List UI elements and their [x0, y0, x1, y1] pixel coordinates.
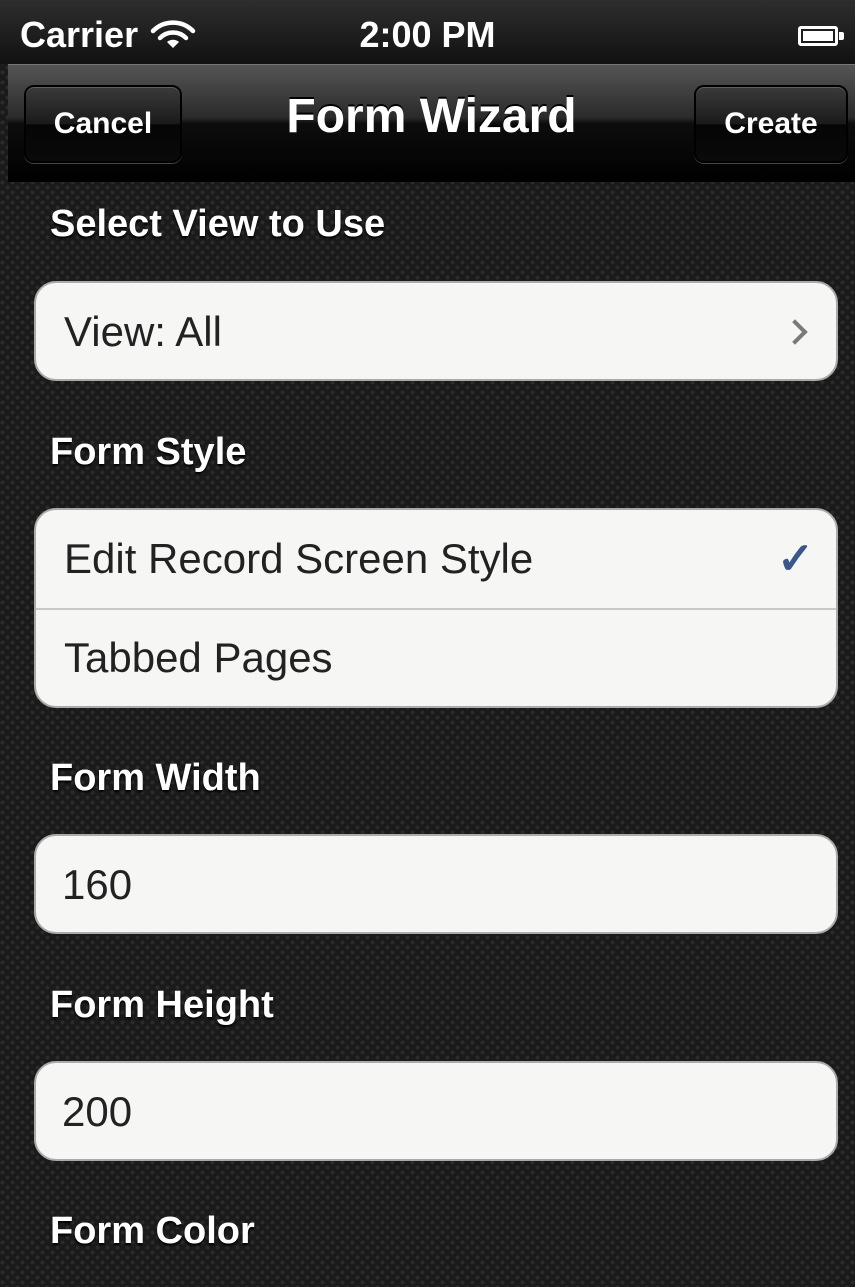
form-height-value: 200 — [62, 1088, 133, 1135]
form-height-field[interactable]: 200 — [36, 1063, 836, 1159]
form-width-group: 160 — [34, 834, 838, 934]
section-label-form-width: Form Width — [50, 757, 261, 799]
section-label-view: Select View to Use — [50, 203, 386, 245]
section-label-form-height: Form Height — [50, 984, 274, 1026]
form-width-value: 160 — [62, 861, 133, 908]
status-bar: Carrier 2:00 PM — [0, 0, 855, 64]
form-style-group: Edit Record Screen Style ✓ Tabbed Pages — [34, 508, 838, 708]
checkmark-icon: ✓ — [777, 534, 814, 584]
section-label-form-color: Form Color — [50, 1210, 255, 1252]
section-label-form-style: Form Style — [50, 431, 247, 473]
chevron-right-icon — [782, 319, 808, 345]
form-style-option-tabbed-pages[interactable]: Tabbed Pages — [36, 608, 836, 706]
view-selector-value: View: All — [64, 308, 222, 355]
form-height-group: 200 — [34, 1061, 838, 1161]
view-selector-row[interactable]: View: All — [36, 283, 836, 379]
navigation-bar: Cancel Form Wizard Create — [8, 64, 855, 182]
status-time: 2:00 PM — [359, 14, 496, 55]
create-button[interactable]: Create — [694, 85, 848, 163]
form-style-option-label: Tabbed Pages — [64, 634, 333, 681]
form-style-option-edit-record[interactable]: Edit Record Screen Style ✓ — [36, 510, 836, 608]
form-width-field[interactable]: 160 — [36, 836, 836, 932]
view-group: View: All — [34, 281, 838, 381]
battery-icon — [798, 26, 844, 46]
form-style-option-label: Edit Record Screen Style — [64, 535, 534, 582]
